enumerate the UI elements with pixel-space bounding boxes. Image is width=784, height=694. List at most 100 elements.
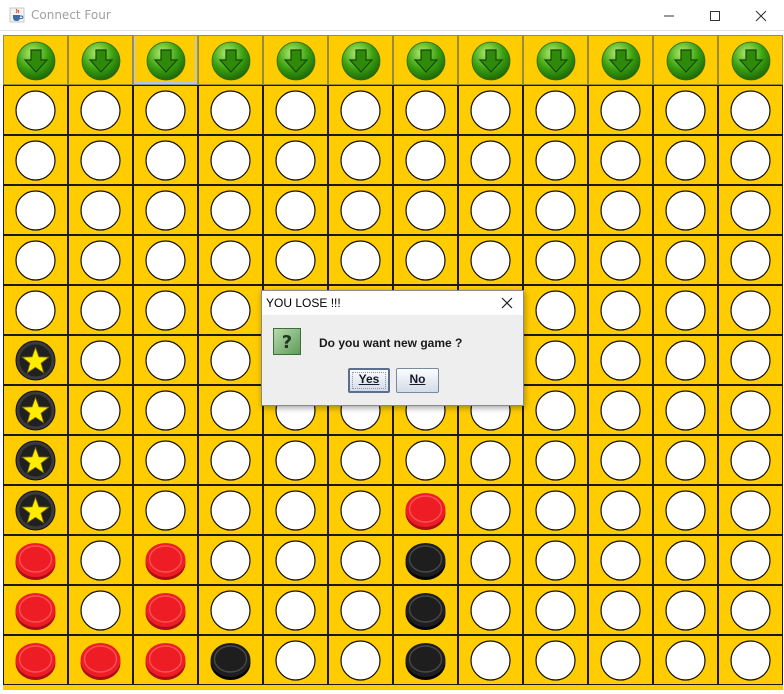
red-piece [145, 593, 186, 630]
board-cell-r12-c9 [523, 635, 588, 685]
empty-slot [80, 190, 121, 231]
empty-slot [730, 190, 771, 231]
board-cell-r11-c9 [523, 585, 588, 635]
board-cell-r5-c11 [653, 285, 718, 335]
empty-slot [340, 540, 381, 581]
arrow-down-icon [601, 41, 641, 81]
board-cell-r1-c8 [458, 85, 523, 135]
winning-star-piece [15, 490, 56, 531]
empty-slot [275, 490, 316, 531]
dialog-close-icon[interactable] [500, 296, 514, 310]
red-piece [15, 593, 56, 630]
board-cell-r9-c12 [718, 485, 783, 535]
empty-slot [535, 440, 576, 481]
board-cell-r3-c6 [328, 185, 393, 235]
empty-slot [730, 240, 771, 281]
arrow-down-icon [471, 41, 511, 81]
board-cell-r12-c3 [133, 635, 198, 685]
board-cell-r3-c5 [263, 185, 328, 235]
empty-slot [730, 590, 771, 631]
empty-slot [535, 390, 576, 431]
empty-slot [535, 540, 576, 581]
empty-slot [665, 340, 706, 381]
board-cell-r10-c6 [328, 535, 393, 585]
drop-button-col-3[interactable] [133, 35, 198, 85]
board-cell-r6-c9 [523, 335, 588, 385]
board-cell-r12-c5 [263, 635, 328, 685]
board-cell-r5-c9 [523, 285, 588, 335]
empty-slot [470, 540, 511, 581]
board-cell-r2-c8 [458, 135, 523, 185]
arrow-down-icon [276, 41, 316, 81]
board-cell-r1-c12 [718, 85, 783, 135]
board-cell-r10-c10 [588, 535, 653, 585]
drop-button-col-5[interactable] [263, 35, 328, 85]
board-cell-r1-c10 [588, 85, 653, 135]
board-cell-r4-c10 [588, 235, 653, 285]
arrow-down-icon [406, 41, 446, 81]
minimize-button[interactable] [646, 0, 692, 31]
drop-button-col-8[interactable] [458, 35, 523, 85]
board-cell-r12-c10 [588, 635, 653, 685]
empty-slot [405, 440, 446, 481]
board-cell-r8-c4 [198, 435, 263, 485]
empty-slot [145, 290, 186, 331]
empty-slot [15, 140, 56, 181]
drop-button-col-1[interactable] [3, 35, 68, 85]
board-cell-r3-c11 [653, 185, 718, 235]
empty-slot [535, 140, 576, 181]
board-cell-r3-c9 [523, 185, 588, 235]
drop-button-col-7[interactable] [393, 35, 458, 85]
board-cell-r9-c7 [393, 485, 458, 535]
winning-star-piece [15, 440, 56, 481]
drop-button-col-10[interactable] [588, 35, 653, 85]
board-cell-r4-c12 [718, 235, 783, 285]
drop-button-col-11[interactable] [653, 35, 718, 85]
empty-slot [340, 190, 381, 231]
drop-button-col-2[interactable] [68, 35, 133, 85]
drop-button-col-4[interactable] [198, 35, 263, 85]
close-icon [755, 10, 767, 22]
empty-slot [145, 190, 186, 231]
drop-button-col-12[interactable] [718, 35, 783, 85]
empty-slot [145, 140, 186, 181]
board-cell-r6-c12 [718, 335, 783, 385]
board-cell-r8-c2 [68, 435, 133, 485]
empty-slot [80, 440, 121, 481]
board-cell-r12-c11 [653, 635, 718, 685]
empty-slot [210, 340, 251, 381]
board-cell-r2-c2 [68, 135, 133, 185]
board-cell-r7-c2 [68, 385, 133, 435]
board-cell-r4-c4 [198, 235, 263, 285]
empty-slot [470, 640, 511, 681]
empty-slot [535, 640, 576, 681]
board-cell-r4-c5 [263, 235, 328, 285]
yes-button[interactable]: Yes [348, 368, 390, 393]
board-cell-r9-c5 [263, 485, 328, 535]
drop-button-col-9[interactable] [523, 35, 588, 85]
arrow-down-icon [146, 41, 186, 81]
board-cell-r4-c1 [3, 235, 68, 285]
board-cell-r1-c2 [68, 85, 133, 135]
board-cell-r3-c1 [3, 185, 68, 235]
drop-button-col-6[interactable] [328, 35, 393, 85]
empty-slot [470, 240, 511, 281]
board-cell-r10-c5 [263, 535, 328, 585]
close-button[interactable] [738, 0, 784, 31]
board-cell-r1-c3 [133, 85, 198, 135]
empty-slot [730, 490, 771, 531]
board-cell-r9-c9 [523, 485, 588, 535]
dialog-message: Do you want new game ? [319, 336, 463, 350]
no-button[interactable]: No [396, 368, 439, 393]
empty-slot [405, 240, 446, 281]
board-cell-r7-c3 [133, 385, 198, 435]
board-cell-r1-c1 [3, 85, 68, 135]
empty-slot [535, 290, 576, 331]
maximize-button[interactable] [692, 0, 738, 31]
board-cell-r11-c7 [393, 585, 458, 635]
empty-slot [405, 190, 446, 231]
empty-slot [210, 90, 251, 131]
board-cell-r11-c11 [653, 585, 718, 635]
empty-slot [275, 440, 316, 481]
board-cell-r5-c3 [133, 285, 198, 335]
